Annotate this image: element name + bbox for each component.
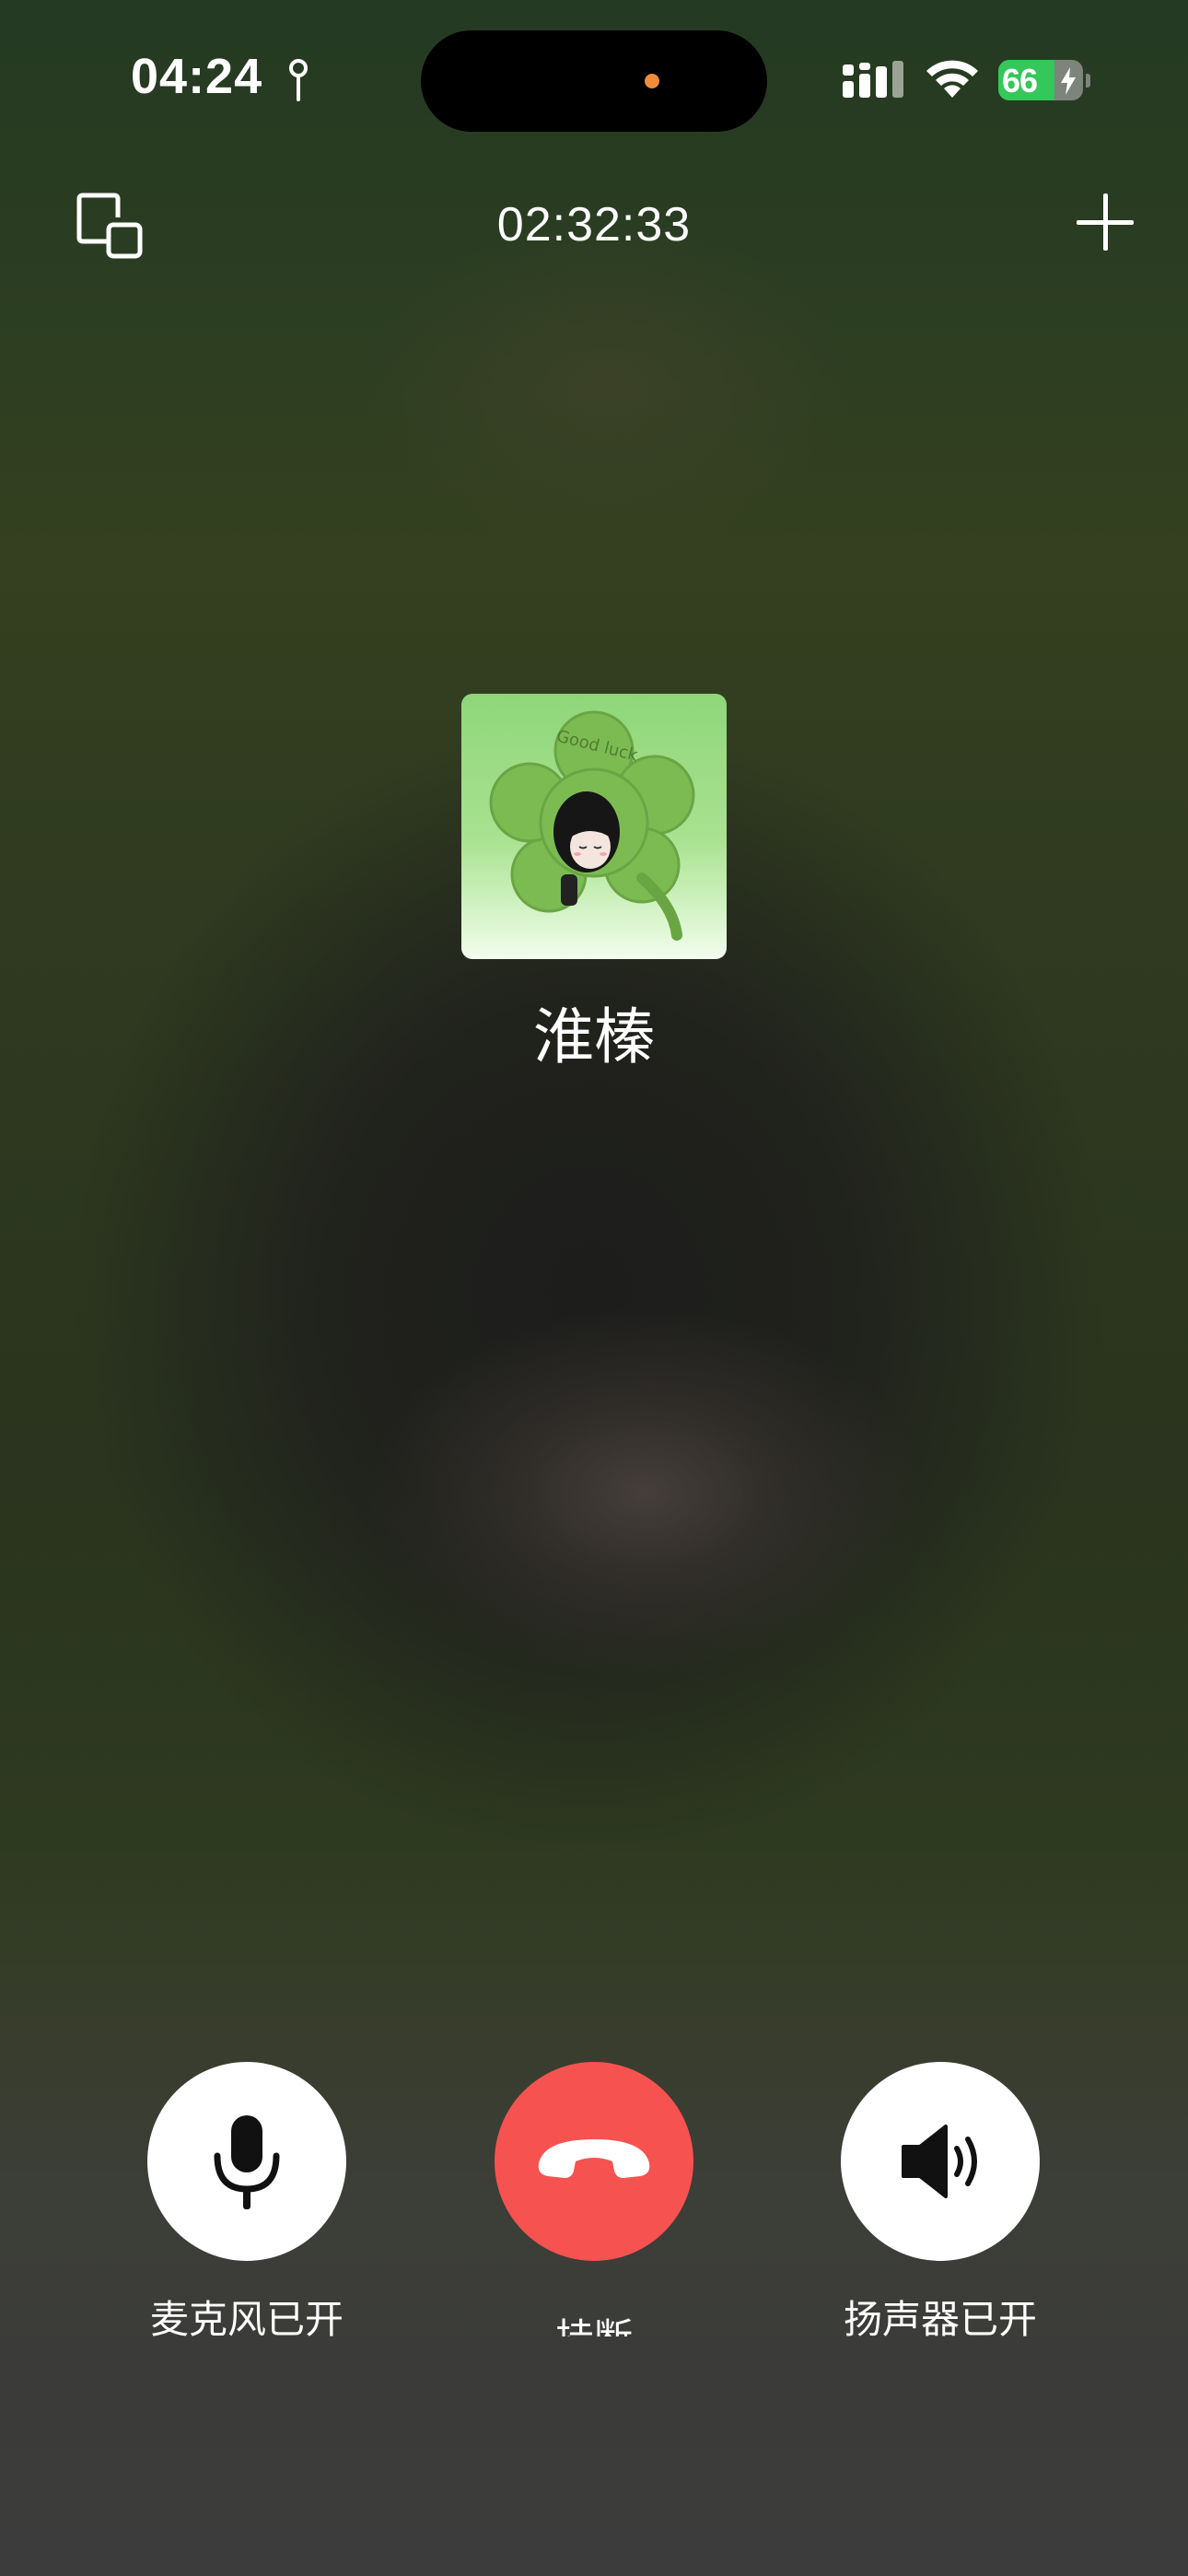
- battery-indicator: 66: [998, 60, 1083, 100]
- microphone-button[interactable]: [147, 2062, 346, 2261]
- plus-icon: [1077, 193, 1134, 251]
- battery-cap: [1086, 74, 1090, 88]
- floating-window-button[interactable]: [74, 190, 147, 263]
- location-pin-icon: [289, 59, 308, 101]
- contact-avatar: Good luck: [461, 694, 727, 959]
- dynamic-island: [421, 30, 767, 132]
- microphone-label: 麦克风已开: [149, 2297, 344, 2342]
- hangup-button[interactable]: [495, 2062, 693, 2261]
- call-duration: 02:32:33: [496, 198, 692, 252]
- speaker-button[interactable]: [841, 2062, 1040, 2261]
- wifi-icon: [926, 60, 978, 98]
- clover-flower-avatar: Good luck: [489, 710, 695, 941]
- contact-name: 淮榛: [533, 1001, 655, 1072]
- battery-level: 66: [1002, 62, 1038, 100]
- add-participant-button[interactable]: [1073, 190, 1137, 254]
- hangup-label: 挂断: [516, 2313, 672, 2336]
- cellular-signal-icon: [843, 61, 903, 98]
- microphone-icon: [214, 2115, 280, 2209]
- privacy-indicator-dot: [645, 74, 659, 88]
- hangup-phone-icon: [538, 2139, 650, 2178]
- speaker-label: 扬声器已开: [843, 2297, 1037, 2342]
- floating-window-icon: [76, 193, 143, 259]
- status-bar-time: 04:24: [131, 49, 263, 104]
- charging-bolt-icon: [1061, 67, 1076, 95]
- speaker-icon: [902, 2125, 977, 2198]
